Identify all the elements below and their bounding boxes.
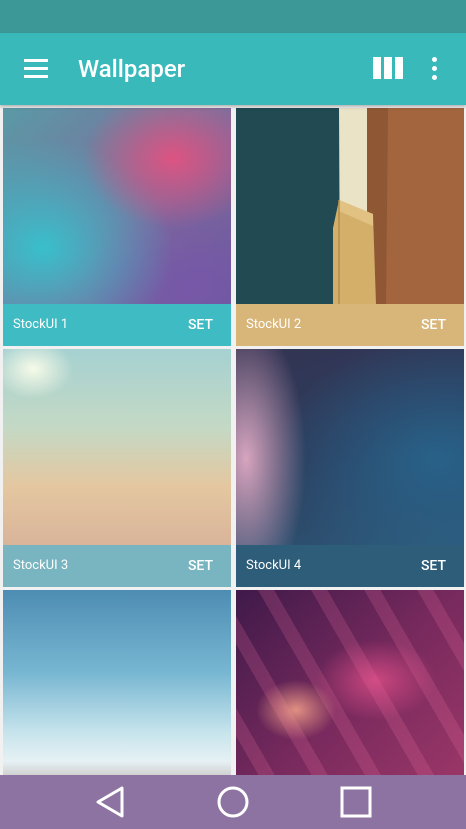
set-wallpaper-button[interactable]: SET — [421, 317, 446, 333]
wallpaper-thumbnail[interactable] — [3, 590, 231, 775]
wallpaper-name: StockUI 1 — [13, 317, 69, 332]
home-button[interactable] — [213, 782, 253, 822]
wallpaper-card[interactable] — [3, 590, 231, 775]
recents-button[interactable] — [336, 782, 376, 822]
building-wallpaper-art — [236, 108, 464, 304]
wallpaper-card[interactable]: StockUI 3 SET — [3, 349, 231, 587]
set-wallpaper-button[interactable]: SET — [188, 317, 213, 333]
app-bar: Wallpaper — [0, 33, 466, 105]
wallpaper-caption: StockUI 3 SET — [3, 545, 231, 587]
set-wallpaper-button[interactable]: SET — [421, 558, 446, 574]
wallpaper-thumbnail[interactable] — [236, 108, 464, 304]
more-options-button[interactable] — [424, 54, 444, 84]
wallpaper-caption: StockUI 2 SET — [236, 304, 464, 346]
wallpaper-caption: StockUI 4 SET — [236, 545, 464, 587]
wallpaper-caption: StockUI 1 SET — [3, 304, 231, 346]
app-title: Wallpaper — [78, 55, 186, 83]
home-circle-icon — [217, 786, 249, 818]
back-button[interactable] — [91, 782, 131, 822]
wallpaper-card[interactable]: StockUI 2 SET — [236, 108, 464, 346]
recents-square-icon — [340, 786, 372, 818]
navigation-bar — [0, 775, 466, 829]
grid-view-button[interactable] — [372, 56, 406, 82]
wallpaper-grid: StockUI 1 SET StockUI 2 SET StockUI 3 SE… — [0, 105, 466, 775]
wallpaper-name: StockUI 4 — [246, 558, 302, 573]
wallpaper-card[interactable]: StockUI 1 SET — [3, 108, 231, 346]
wallpaper-thumbnail[interactable] — [3, 108, 231, 304]
wallpaper-thumbnail[interactable] — [236, 349, 464, 545]
set-wallpaper-button[interactable]: SET — [188, 558, 213, 574]
wallpaper-thumbnail[interactable] — [236, 590, 464, 775]
wallpaper-name: StockUI 3 — [13, 558, 69, 573]
wallpaper-thumbnail[interactable] — [3, 349, 231, 545]
menu-button[interactable] — [20, 56, 52, 82]
back-triangle-icon — [96, 786, 124, 818]
wallpaper-name: StockUI 2 — [246, 317, 302, 332]
status-bar — [0, 0, 466, 33]
wallpaper-card[interactable] — [236, 590, 464, 775]
wallpaper-card[interactable]: StockUI 4 SET — [236, 349, 464, 587]
